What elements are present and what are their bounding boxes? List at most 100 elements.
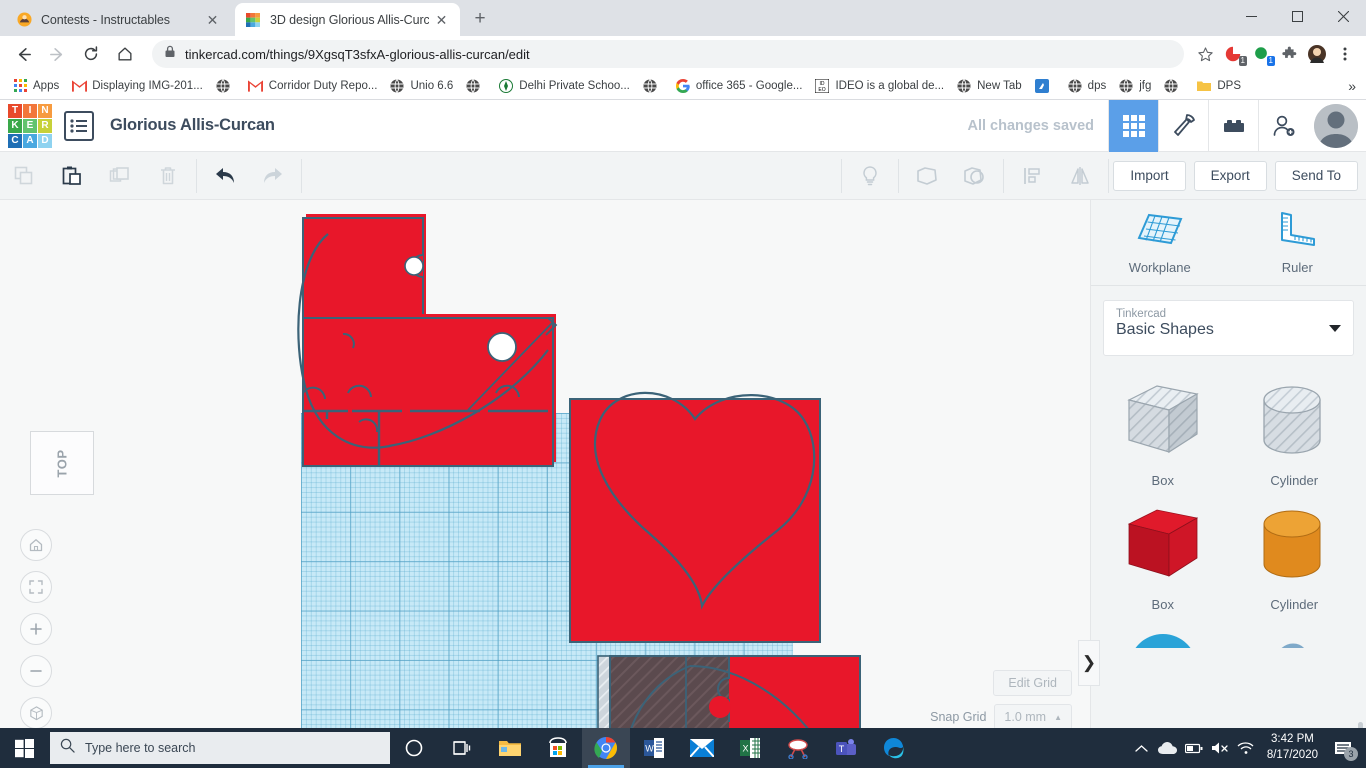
group-shapes-icon[interactable] bbox=[903, 152, 951, 200]
home-view-icon[interactable] bbox=[20, 529, 52, 561]
cortana-circle-icon[interactable] bbox=[390, 728, 438, 768]
fit-to-view-icon[interactable] bbox=[20, 571, 52, 603]
shape-library-dropdown[interactable]: Tinkercad Basic Shapes bbox=[1103, 300, 1354, 356]
taskbar-clock[interactable]: 3:42 PM 8/17/2020 bbox=[1259, 732, 1326, 763]
task-view-icon[interactable] bbox=[438, 728, 486, 768]
browser-tab-1[interactable]: 3D design Glorious Allis-Curcan | ✕ bbox=[235, 3, 460, 36]
bookmark-folder-dps[interactable]: DPS bbox=[1190, 75, 1247, 97]
send-to-button[interactable]: Send To bbox=[1274, 160, 1358, 191]
mail-icon[interactable] bbox=[678, 728, 726, 768]
home-icon[interactable] bbox=[110, 39, 140, 69]
orthographic-toggle-icon[interactable] bbox=[20, 697, 52, 729]
volume-muted-icon[interactable] bbox=[1207, 728, 1233, 768]
notification-center-icon[interactable]: 3 bbox=[1326, 728, 1360, 768]
window-maximize-button[interactable] bbox=[1274, 0, 1320, 32]
copy-icon[interactable] bbox=[0, 152, 48, 200]
shape-item-scribble[interactable] bbox=[1229, 618, 1361, 648]
paste-icon[interactable] bbox=[48, 152, 96, 200]
align-icon[interactable] bbox=[1008, 152, 1056, 200]
import-button[interactable]: Import bbox=[1113, 160, 1186, 191]
ruler-tool[interactable]: Ruler bbox=[1229, 200, 1366, 285]
microsoft-edge-icon[interactable] bbox=[870, 728, 918, 768]
show-hidden-icons-icon[interactable] bbox=[1129, 728, 1155, 768]
codeblocks-hammer-icon[interactable] bbox=[1158, 99, 1208, 152]
bookmark-item[interactable] bbox=[459, 75, 492, 97]
search-input[interactable]: Type here to search bbox=[50, 732, 390, 764]
bookmark-item[interactable] bbox=[1157, 75, 1190, 97]
invite-person-icon[interactable] bbox=[1258, 99, 1308, 152]
chrome-menu-icon[interactable] bbox=[1332, 41, 1358, 67]
tinkercad-logo-icon[interactable]: T I N K E R C A D bbox=[8, 103, 52, 148]
microsoft-word-icon[interactable]: W bbox=[630, 728, 678, 768]
new-tab-button[interactable]: + bbox=[466, 5, 494, 33]
tab-close-icon[interactable]: ✕ bbox=[433, 11, 450, 28]
browser-tab-0[interactable]: Contests - Instructables ✕ bbox=[6, 3, 231, 36]
workplane-tool[interactable]: Workplane bbox=[1091, 200, 1229, 285]
star-icon[interactable] bbox=[1192, 41, 1218, 67]
onedrive-icon[interactable] bbox=[1155, 728, 1181, 768]
bookmark-item[interactable] bbox=[209, 75, 242, 97]
bookmark-item[interactable]: ID EO IDEO is a global de... bbox=[808, 75, 950, 97]
address-bar[interactable]: tinkercad.com/things/9XgsqT3sfxA-gloriou… bbox=[152, 40, 1184, 68]
3d-canvas[interactable]: TOP Edit Grid Snap Grid 1.0 mm ▲ bbox=[0, 200, 1090, 768]
bookmark-item[interactable]: New Tab bbox=[950, 75, 1028, 97]
shape-item-cylinder-hole[interactable]: Cylinder bbox=[1229, 370, 1361, 494]
bookmark-item[interactable]: Displaying IMG-201... bbox=[65, 75, 209, 97]
google-chrome-icon[interactable] bbox=[582, 728, 630, 768]
microsoft-store-icon[interactable] bbox=[534, 728, 582, 768]
list-menu-icon[interactable] bbox=[64, 110, 94, 141]
bookmark-label: jfg bbox=[1139, 79, 1152, 92]
page-title[interactable]: Glorious Allis-Curcan bbox=[110, 116, 275, 135]
lightbulb-hint-icon[interactable] bbox=[846, 152, 894, 200]
reload-icon[interactable] bbox=[76, 39, 106, 69]
redo-icon[interactable] bbox=[249, 152, 297, 200]
ungroup-shapes-icon[interactable] bbox=[951, 152, 999, 200]
zoom-in-icon[interactable] bbox=[20, 613, 52, 645]
snipping-tool-icon[interactable] bbox=[774, 728, 822, 768]
shape-item-sphere[interactable] bbox=[1097, 618, 1229, 648]
undo-icon[interactable] bbox=[201, 152, 249, 200]
bookmark-item[interactable]: jfg bbox=[1112, 75, 1157, 97]
delete-trash-icon[interactable] bbox=[144, 152, 192, 200]
learn-brick-icon[interactable] bbox=[1208, 99, 1258, 152]
avatar[interactable] bbox=[1314, 103, 1358, 148]
snap-grid-dropdown[interactable]: 1.0 mm ▲ bbox=[994, 704, 1072, 730]
back-icon[interactable] bbox=[8, 39, 38, 69]
mirror-flip-icon[interactable] bbox=[1056, 152, 1104, 200]
shape-item-box-hole[interactable]: Box bbox=[1097, 370, 1229, 494]
bookmark-item[interactable]: Delhi Private Schoo... bbox=[492, 75, 636, 97]
view-cube[interactable]: TOP bbox=[30, 431, 94, 495]
bookmark-item[interactable]: dps bbox=[1061, 75, 1113, 97]
apps-grid-icon bbox=[12, 78, 28, 94]
designs-grid-icon[interactable] bbox=[1108, 99, 1158, 152]
shapes-layer[interactable] bbox=[0, 200, 1090, 768]
zoom-out-icon[interactable] bbox=[20, 655, 52, 687]
extension-badge-green-icon[interactable]: 1 bbox=[1248, 41, 1275, 67]
shape-item-cylinder-solid[interactable]: Cylinder bbox=[1229, 494, 1361, 618]
microsoft-teams-icon[interactable]: T bbox=[822, 728, 870, 768]
bookmark-item[interactable] bbox=[1028, 75, 1061, 97]
wifi-icon[interactable] bbox=[1233, 728, 1259, 768]
window-minimize-button[interactable] bbox=[1228, 0, 1274, 32]
bookmark-item[interactable]: office 365 - Google... bbox=[669, 75, 809, 97]
export-button[interactable]: Export bbox=[1193, 160, 1267, 191]
window-close-button[interactable] bbox=[1320, 0, 1366, 32]
forward-icon[interactable] bbox=[42, 39, 72, 69]
profile-avatar-icon[interactable] bbox=[1304, 41, 1330, 67]
extensions-puzzle-icon[interactable] bbox=[1276, 41, 1302, 67]
bookmarks-overflow-button[interactable]: » bbox=[1348, 78, 1360, 94]
bookmark-item[interactable]: Unio 6.6 bbox=[383, 75, 459, 97]
microsoft-excel-icon[interactable]: X bbox=[726, 728, 774, 768]
windows-start-icon[interactable] bbox=[0, 728, 48, 768]
panel-toggle-button[interactable]: ❯ bbox=[1078, 640, 1100, 686]
bookmark-item[interactable]: Corridor Duty Repo... bbox=[242, 75, 384, 97]
edit-grid-button[interactable]: Edit Grid bbox=[993, 670, 1072, 696]
battery-icon[interactable] bbox=[1181, 728, 1207, 768]
extension-badge-red-icon[interactable]: 1 bbox=[1220, 41, 1247, 67]
bookmark-item[interactable] bbox=[636, 75, 669, 97]
bookmark-apps[interactable]: Apps bbox=[6, 75, 65, 97]
tab-close-icon[interactable]: ✕ bbox=[204, 11, 221, 28]
shape-item-box-solid[interactable]: Box bbox=[1097, 494, 1229, 618]
file-explorer-icon[interactable] bbox=[486, 728, 534, 768]
duplicate-icon[interactable] bbox=[96, 152, 144, 200]
